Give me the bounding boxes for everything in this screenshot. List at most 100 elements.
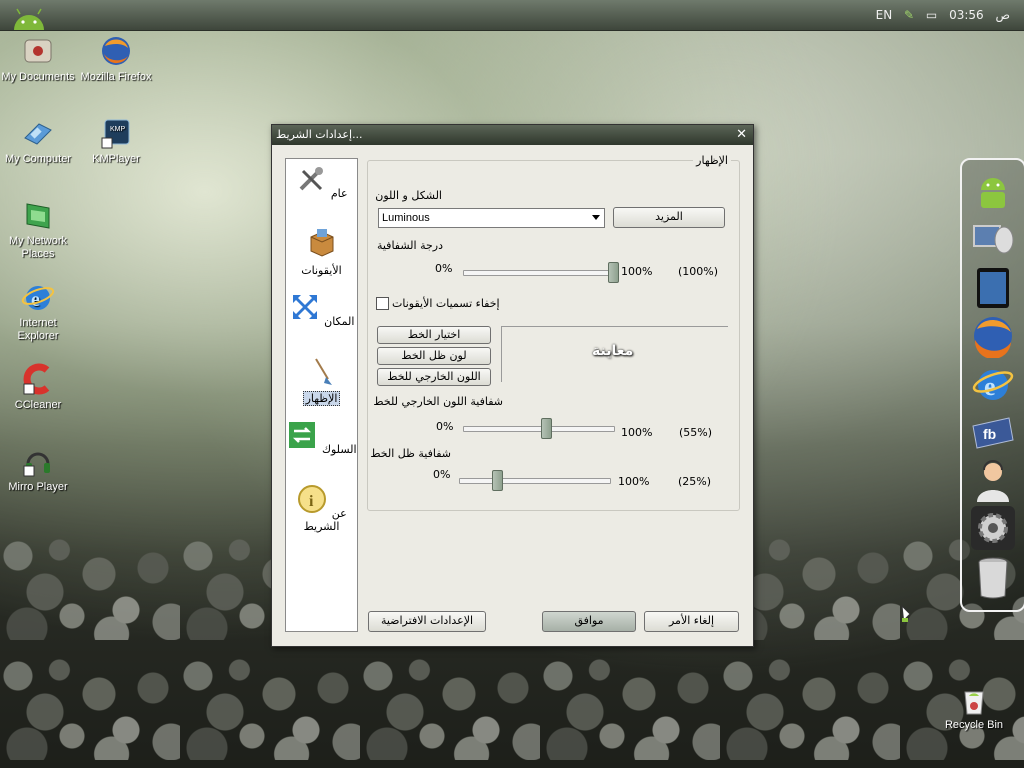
sidebar-item-position[interactable]: المكان bbox=[286, 291, 357, 328]
theme-select[interactable]: Luminous bbox=[378, 208, 605, 228]
shape-color-label: الشكل و اللون bbox=[375, 189, 442, 202]
outline-opacity-max-label: 100% bbox=[621, 426, 653, 439]
chevron-down-icon[interactable] bbox=[592, 215, 600, 220]
facebook-icon[interactable]: fb bbox=[971, 410, 1015, 454]
sidebar-item-appearance[interactable]: الإظهار bbox=[286, 355, 357, 406]
system-tray: EN ✎ ▭ 03:56 ص bbox=[868, 8, 1010, 22]
desktop-icon-internet-explorer[interactable]: e Internet Explorer bbox=[0, 280, 76, 343]
recycle-bin-icon bbox=[964, 691, 984, 715]
settings-gear-icon[interactable] bbox=[971, 506, 1015, 550]
behavior-arrows-icon bbox=[289, 422, 316, 448]
cancel-button[interactable]: إلغاء الأمر bbox=[644, 611, 739, 632]
desktop-icon-mirro-player[interactable]: Mirro Player bbox=[0, 444, 76, 494]
desktop-icon-label: Mirro Player bbox=[8, 481, 68, 493]
language-indicator[interactable]: EN bbox=[876, 8, 893, 22]
svg-text:fb: fb bbox=[983, 426, 996, 442]
network-places-icon bbox=[26, 203, 50, 229]
internet-explorer-icon[interactable]: e bbox=[971, 362, 1015, 406]
sidebar-item-label: الأيقونات bbox=[301, 264, 342, 277]
opacity-min-label: 0% bbox=[435, 262, 453, 275]
recycle-bin-label: Recycle Bin bbox=[944, 719, 1004, 731]
position-arrows-icon bbox=[292, 295, 317, 319]
settings-sidebar: عام الأيقونات المكان الإظهار السلوك i عن… bbox=[285, 158, 358, 632]
hide-labels-checkbox-label[interactable]: إخفاء تسميات الأيقونات bbox=[392, 297, 500, 310]
ccleaner-icon bbox=[23, 363, 50, 395]
support-person-icon[interactable] bbox=[971, 458, 1015, 502]
desktop-icon-my-computer[interactable]: My Computer bbox=[0, 116, 76, 166]
sidebar-item-label: المكان bbox=[324, 315, 355, 328]
desktop-icon-label: My Documents bbox=[1, 71, 75, 83]
svg-text:i: i bbox=[309, 493, 314, 510]
opacity-slider-thumb[interactable] bbox=[608, 262, 619, 283]
shadow-opacity-min-label: 0% bbox=[433, 468, 451, 481]
group-label: الإظهار bbox=[693, 154, 731, 167]
outline-opacity-slider-thumb[interactable] bbox=[540, 418, 552, 439]
shadow-opacity-slider-thumb[interactable] bbox=[491, 470, 503, 491]
shadow-color-button[interactable]: لون ظل الخط bbox=[377, 347, 491, 365]
clock-time[interactable]: 03:56 bbox=[949, 8, 984, 22]
shadow-opacity-slider-track[interactable] bbox=[459, 478, 611, 484]
firefox-icon[interactable] bbox=[971, 314, 1015, 358]
desktop-icon-label: CCleaner bbox=[14, 399, 62, 411]
trash-can-icon[interactable] bbox=[971, 556, 1015, 600]
shadow-opacity-value-label: (25%) bbox=[678, 475, 712, 488]
mirro-player-icon bbox=[23, 452, 50, 477]
desktop-icon-label: KMPlayer bbox=[92, 153, 140, 165]
mouse-cursor-icon bbox=[901, 604, 911, 625]
close-icon[interactable]: ✕ bbox=[736, 125, 747, 145]
kmplayer-icon: KMP bbox=[101, 119, 130, 149]
sidebar-item-about[interactable]: i عن الشريط bbox=[286, 483, 357, 533]
desktop-icon-network-places[interactable]: My Network Places bbox=[0, 198, 76, 261]
preview-pane: معاينة bbox=[501, 326, 728, 382]
opacity-slider-track[interactable] bbox=[463, 270, 615, 276]
desktop-icon-ccleaner[interactable]: CCleaner bbox=[0, 362, 76, 412]
sidebar-item-behavior[interactable]: السلوك bbox=[286, 419, 357, 456]
my-computer-icon bbox=[24, 123, 52, 145]
firefox-icon bbox=[102, 37, 130, 65]
appearance-brush-icon bbox=[314, 358, 332, 385]
desktop-icon-recycle-bin[interactable]: Recycle Bin bbox=[942, 686, 1006, 731]
opacity-value-label: (100%) bbox=[678, 265, 719, 278]
monitor-satellite-icon[interactable] bbox=[971, 218, 1015, 262]
more-button[interactable]: المزيد bbox=[613, 207, 725, 228]
android-icon[interactable] bbox=[971, 170, 1015, 214]
shadow-opacity-label: شفافية ظل الخط bbox=[370, 447, 451, 460]
ok-button[interactable]: موافق bbox=[542, 611, 636, 632]
outline-color-button[interactable]: اللون الخارجي للخط bbox=[377, 368, 491, 386]
opacity-max-label: 100% bbox=[621, 265, 653, 278]
dock-settings-dialog: إعدادات الشريط... ✕ عام الأيقونات المكان… bbox=[271, 124, 754, 647]
desktop-icon-firefox[interactable]: Mozilla Firefox bbox=[78, 34, 154, 84]
network-icon[interactable]: ✎ bbox=[904, 8, 914, 22]
info-icon: i bbox=[298, 485, 327, 513]
restore-defaults-button[interactable]: الإعدادات الافتراضية bbox=[368, 611, 486, 632]
outline-opacity-value-label: (55%) bbox=[679, 426, 713, 439]
shadow-opacity-max-label: 100% bbox=[618, 475, 650, 488]
internet-explorer-icon: e bbox=[21, 286, 55, 311]
outline-opacity-min-label: 0% bbox=[436, 420, 454, 433]
hide-labels-checkbox[interactable] bbox=[376, 297, 389, 310]
dock-bar: e fb bbox=[960, 158, 1024, 612]
top-bar: EN ✎ ▭ 03:56 ص bbox=[0, 0, 1024, 31]
sidebar-item-label: عام bbox=[330, 187, 348, 200]
desktop-icon-kmplayer[interactable]: KMP KMPlayer bbox=[78, 116, 154, 166]
sidebar-item-icons[interactable]: الأيقونات bbox=[286, 227, 357, 277]
tools-icon bbox=[299, 167, 324, 191]
choose-font-button[interactable]: اختيار الخط bbox=[377, 326, 491, 344]
sidebar-item-label: السلوك bbox=[321, 443, 357, 456]
svg-text:KMP: KMP bbox=[110, 126, 126, 133]
desktop-icon-my-documents[interactable]: My Documents bbox=[0, 34, 76, 84]
desktop-icon-label: My Network Places bbox=[8, 235, 68, 260]
sidebar-item-general[interactable]: عام bbox=[286, 163, 357, 200]
outline-opacity-slider-track[interactable] bbox=[463, 426, 615, 432]
sidebar-item-label: الإظهار bbox=[302, 391, 341, 406]
my-documents-icon bbox=[24, 39, 52, 63]
clock-ampm: ص bbox=[995, 8, 1010, 22]
ipad-icon[interactable] bbox=[971, 266, 1015, 310]
opacity-label: درجة الشفافية bbox=[376, 239, 443, 252]
dialog-title-bar[interactable]: إعدادات الشريط... ✕ bbox=[272, 125, 753, 145]
dialog-title: إعدادات الشريط... bbox=[276, 128, 363, 141]
battery-icon[interactable]: ▭ bbox=[926, 8, 937, 22]
outline-opacity-label: شفافية اللون الخارجي للخط bbox=[373, 395, 503, 408]
preview-text: معاينة bbox=[592, 343, 634, 359]
android-logo-icon[interactable] bbox=[10, 2, 48, 30]
